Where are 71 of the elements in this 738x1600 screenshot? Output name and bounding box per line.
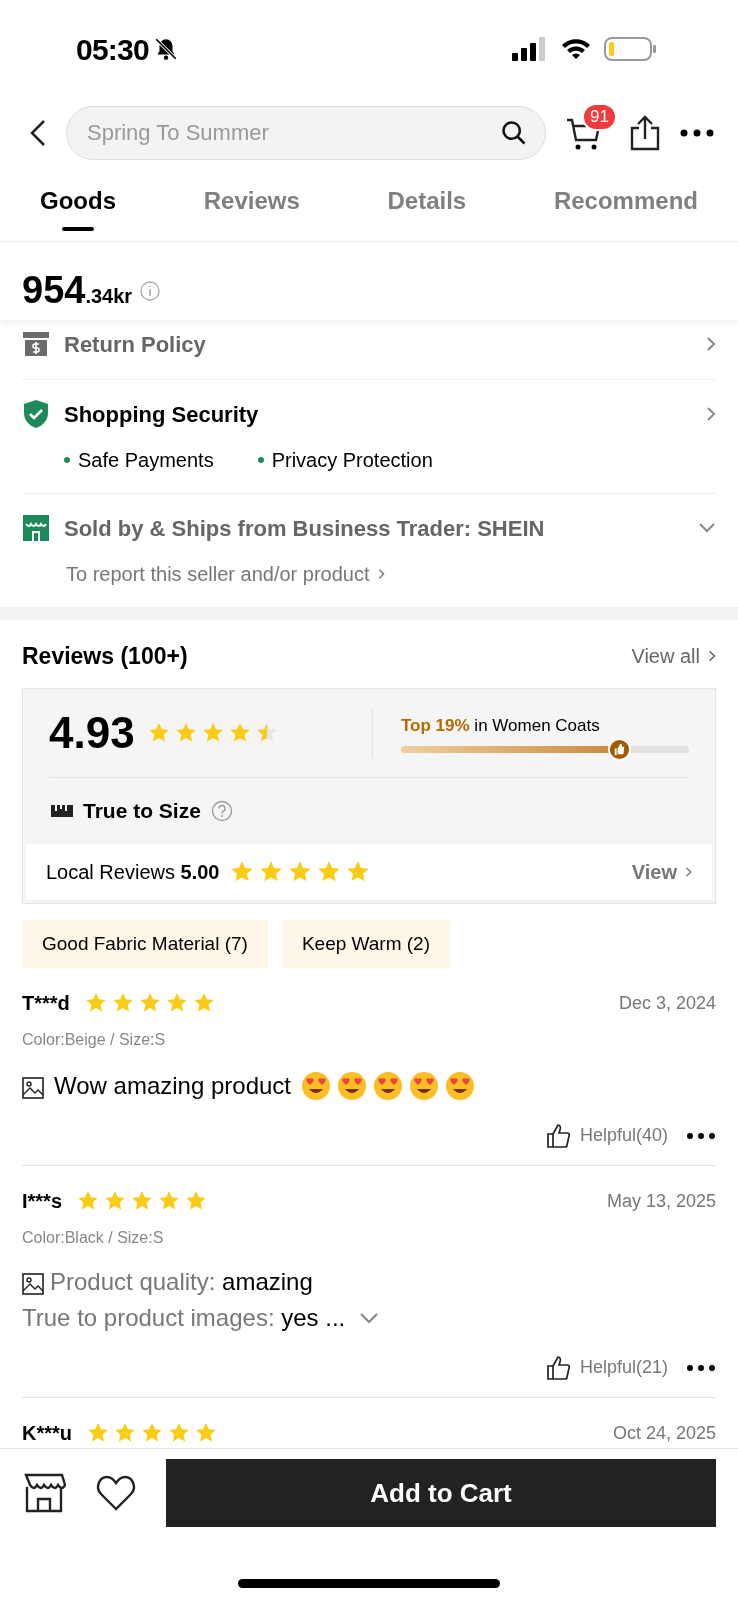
tab[interactable]: Reviews xyxy=(203,179,300,231)
signal-icon xyxy=(512,37,548,62)
reviewer-name: T***d xyxy=(22,991,70,1016)
helpful-button[interactable]: Helpful(40) xyxy=(545,1122,668,1149)
tab[interactable]: Recommend xyxy=(553,179,698,231)
chevron-right-icon xyxy=(708,649,716,663)
review-text-line: Product quality: amazing xyxy=(50,1267,313,1297)
thumbs-up-icon xyxy=(545,1354,572,1381)
service-row[interactable]: Return Policy xyxy=(22,327,716,361)
reviewer-name: I***s xyxy=(22,1189,63,1214)
search-icon[interactable] xyxy=(500,118,528,147)
search-field[interactable]: Spring To Summer xyxy=(66,105,546,160)
price: 954 xyxy=(22,268,86,313)
tab[interactable]: Goods xyxy=(40,179,116,231)
cart-badge: 91 xyxy=(582,102,617,131)
chevron-right-icon xyxy=(706,336,716,353)
view-link[interactable]: View xyxy=(631,857,692,887)
rating-score: 4.93 xyxy=(49,707,135,759)
chevron-down-icon[interactable] xyxy=(698,522,716,535)
wifi-icon xyxy=(560,37,592,62)
review-text-line: True to product images: yes ... xyxy=(22,1303,346,1333)
heart-eyes-emoji-icon xyxy=(445,1071,475,1101)
help-icon[interactable] xyxy=(210,800,233,822)
heart-eyes-emoji-icon xyxy=(409,1071,439,1101)
ruler-icon xyxy=(51,803,73,819)
review-variant: Color:Beige / Size:S xyxy=(22,1030,167,1050)
review-tag[interactable]: Good Fabric Material (7) xyxy=(22,920,268,968)
return-box-icon xyxy=(22,330,50,359)
tab[interactable]: Details xyxy=(387,179,467,231)
thumbs-up-icon xyxy=(545,1122,572,1149)
service-row[interactable]: Sold by & Ships from Business Trader: SHEIN xyxy=(22,511,716,545)
view-all-link[interactable]: View all xyxy=(631,641,716,671)
helpful-button[interactable]: Helpful(21) xyxy=(545,1354,668,1381)
share-icon[interactable] xyxy=(630,114,660,151)
heart-eyes-emoji-icon xyxy=(373,1071,403,1101)
chevron-right-icon xyxy=(377,567,385,580)
local-reviews-label: Local Reviews 5.00 xyxy=(46,860,220,885)
store-icon[interactable] xyxy=(22,1473,66,1513)
fit-label: True to Size xyxy=(83,798,201,825)
thumbs-up-badge-icon xyxy=(607,738,631,762)
security-point: Privacy Protection xyxy=(271,447,433,473)
section-title: Reviews (100+) xyxy=(22,641,188,671)
review-date: May 13, 2025 xyxy=(606,1189,716,1213)
more-icon[interactable] xyxy=(686,1363,716,1372)
add-to-cart-button[interactable]: Add to Cart xyxy=(166,1459,716,1527)
price-fraction: .34kr xyxy=(85,285,133,309)
image-icon xyxy=(22,1077,44,1099)
status-time: 05:30 xyxy=(76,31,149,68)
rank-text: Top 19% in Women Coats xyxy=(401,714,601,737)
back-icon[interactable] xyxy=(30,118,46,147)
more-icon[interactable] xyxy=(686,1131,716,1140)
shield-check-icon xyxy=(22,399,50,430)
more-icon[interactable] xyxy=(680,128,714,137)
review-text: Wow amazing product xyxy=(54,1071,291,1101)
report-link[interactable]: To report this seller and/or product xyxy=(22,558,716,589)
expand-chevron-icon[interactable] xyxy=(359,1312,380,1324)
heart-icon[interactable] xyxy=(96,1475,136,1511)
service-row[interactable]: Shopping Security xyxy=(22,397,716,431)
reviewer-name: K***u xyxy=(22,1421,72,1446)
chevron-right-icon xyxy=(685,866,692,878)
review-date: Dec 3, 2024 xyxy=(618,991,716,1015)
image-icon xyxy=(22,1273,44,1295)
store-icon xyxy=(22,514,50,543)
heart-eyes-emoji-icon xyxy=(337,1071,367,1101)
review-variant: Color:Black / Size:S xyxy=(22,1228,165,1248)
chevron-right-icon xyxy=(706,406,716,423)
battery-icon xyxy=(604,37,656,62)
heart-eyes-emoji-icon xyxy=(301,1071,331,1101)
security-point: Safe Payments xyxy=(78,447,214,473)
review-tag[interactable]: Keep Warm (2) xyxy=(281,920,450,968)
review-date: Oct 24, 2025 xyxy=(612,1421,716,1445)
